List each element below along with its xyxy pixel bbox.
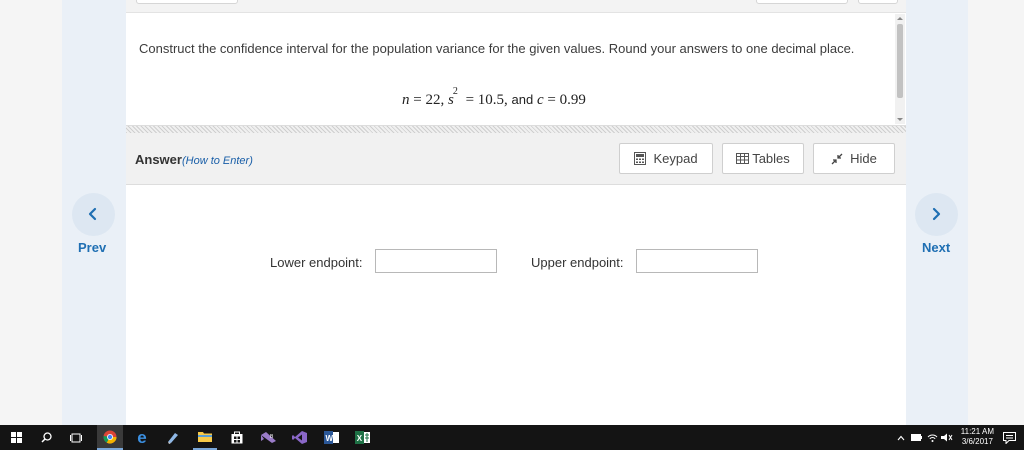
formula-s-value: = 10.5, bbox=[465, 92, 508, 108]
collapse-arrows-icon bbox=[831, 153, 843, 165]
tables-label: Tables bbox=[752, 151, 790, 166]
question-text: Construct the confidence interval for th… bbox=[139, 41, 855, 56]
wifi-icon[interactable] bbox=[927, 425, 938, 450]
notification-center-icon[interactable] bbox=[1003, 425, 1016, 450]
right-margin bbox=[968, 0, 1024, 425]
question-scrollbar[interactable] bbox=[895, 14, 905, 124]
header-tab[interactable] bbox=[756, 0, 848, 4]
left-margin bbox=[0, 0, 62, 425]
answer-toolbar: Answer(How to Enter) Keypad Tables Hide bbox=[126, 133, 906, 185]
task-view-icon[interactable] bbox=[66, 425, 86, 450]
next-label[interactable]: Next bbox=[922, 240, 950, 255]
formula-s-exponent: 2 bbox=[452, 86, 458, 97]
svg-text:X: X bbox=[356, 434, 362, 443]
header-tab[interactable] bbox=[136, 0, 238, 4]
chevron-left-icon bbox=[88, 207, 97, 221]
given-values-formula: n = 22, s2 = 10.5, and c = 0.99 bbox=[402, 86, 586, 109]
chevron-right-icon bbox=[932, 207, 941, 221]
windows-start-icon[interactable] bbox=[6, 425, 26, 450]
answer-heading: Answer(How to Enter) bbox=[135, 152, 253, 167]
paint-icon[interactable] bbox=[162, 425, 184, 450]
keypad-label: Keypad bbox=[653, 151, 698, 166]
scroll-up-arrow-icon[interactable] bbox=[897, 17, 903, 20]
scroll-down-arrow-icon[interactable] bbox=[897, 118, 903, 121]
formula-n: n bbox=[402, 92, 410, 108]
system-clock[interactable]: 11:21 AM 3/6/2017 bbox=[961, 427, 994, 447]
header-tab[interactable] bbox=[858, 0, 898, 4]
excel-icon[interactable]: X bbox=[351, 425, 373, 450]
svg-text:W: W bbox=[325, 434, 333, 443]
tray-chevron-up-icon[interactable] bbox=[897, 425, 905, 450]
volume-icon[interactable] bbox=[941, 425, 953, 450]
prev-label[interactable]: Prev bbox=[78, 240, 106, 255]
scroll-thumb[interactable] bbox=[897, 24, 903, 98]
hide-label: Hide bbox=[850, 151, 877, 166]
formula-c: c bbox=[536, 92, 544, 108]
lower-endpoint-label: Lower endpoint: bbox=[270, 255, 363, 270]
formula-c-value: = 0.99 bbox=[547, 92, 586, 108]
search-icon[interactable] bbox=[36, 425, 56, 450]
question-header-strip bbox=[126, 0, 906, 13]
next-button[interactable] bbox=[915, 193, 958, 236]
answer-title: Answer bbox=[135, 152, 182, 167]
word-icon[interactable]: W bbox=[320, 425, 342, 450]
store-icon[interactable] bbox=[226, 425, 248, 450]
file-explorer-icon[interactable] bbox=[193, 425, 217, 450]
clock-date: 3/6/2017 bbox=[961, 437, 993, 446]
how-to-enter-link[interactable]: (How to Enter) bbox=[182, 155, 253, 167]
keypad-button[interactable]: Keypad bbox=[619, 143, 713, 174]
battery-icon[interactable] bbox=[911, 425, 922, 450]
formula-n-value: = 22, bbox=[413, 92, 445, 108]
table-icon bbox=[736, 153, 750, 164]
formula-and: and bbox=[511, 92, 534, 107]
calculator-icon bbox=[634, 152, 647, 165]
clock-time: 11:21 AM bbox=[960, 427, 994, 436]
visual-studio-icon[interactable] bbox=[288, 425, 310, 450]
upper-endpoint-input[interactable] bbox=[636, 249, 758, 273]
chrome-icon[interactable] bbox=[97, 425, 123, 450]
upper-endpoint-label: Upper endpoint: bbox=[531, 255, 624, 270]
edge-icon[interactable]: e bbox=[131, 425, 153, 450]
tables-button[interactable]: Tables bbox=[722, 143, 804, 174]
prev-button[interactable] bbox=[72, 193, 115, 236]
visual-studio-blend-icon[interactable]: B bbox=[257, 425, 279, 450]
hide-button[interactable]: Hide bbox=[813, 143, 895, 174]
question-panel bbox=[126, 0, 906, 425]
lower-endpoint-input[interactable] bbox=[375, 249, 497, 273]
windows-taskbar: e B W X 11:21 AM 3/6/2017 bbox=[0, 425, 1024, 450]
